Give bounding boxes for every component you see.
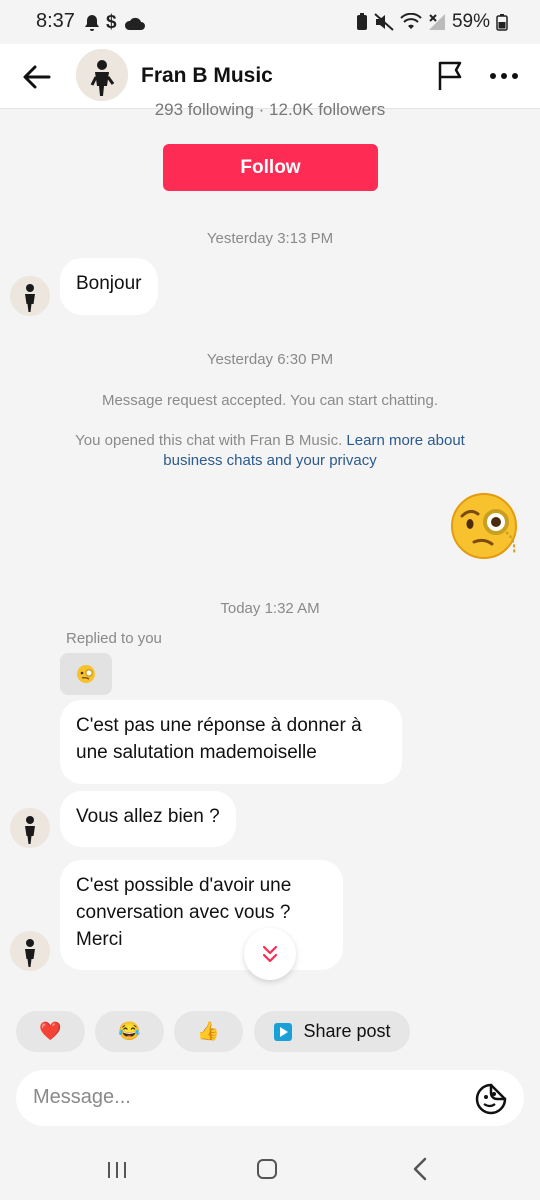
person-avatar-icon [10,276,50,316]
back-button[interactable] [20,60,54,94]
battery-icon [496,14,508,31]
sticker-button[interactable] [474,1082,508,1116]
more-icon [490,73,518,79]
status-time: 8:37 [36,10,75,32]
system-nav-bar [0,1140,540,1200]
sent-emoji-sticker[interactable] [448,488,524,564]
heart-emoji-icon: ❤️ [39,1021,62,1041]
follow-stats-text: 293 following · 12.0K followers [154,102,386,119]
status-bar: 8:37 $ 59% [0,0,540,44]
quick-reply-thumbs-up[interactable]: 👍 [174,1011,243,1052]
message-input[interactable]: Message... [16,1070,524,1126]
person-avatar-icon [10,931,50,971]
share-post-button[interactable]: Share post [254,1011,410,1052]
system-message-privacy: You opened this chat with Fran B Music. … [60,431,480,471]
mute-icon [374,13,394,31]
received-message[interactable]: C'est pas une réponse à donner à une sal… [60,700,402,784]
follow-button[interactable]: Follow [163,144,378,191]
thumbs-up-emoji-icon: 👍 [197,1021,220,1041]
message-placeholder: Message... [33,1086,131,1108]
person-avatar-icon [10,808,50,848]
sender-avatar[interactable] [10,808,50,848]
quick-reply-laugh[interactable]: 😂 [95,1011,164,1052]
avatar[interactable] [76,49,128,101]
sender-avatar[interactable] [10,931,50,971]
no-signal-icon [428,14,445,30]
dollar-icon: $ [106,12,117,33]
system-message-text: You opened this chat with Fran B Music. [75,432,347,449]
person-avatar-icon [76,49,128,101]
monocle-face-emoji-icon [451,493,517,559]
battery-saver-icon [356,13,367,30]
wifi-icon [400,13,422,29]
reply-preview[interactable] [60,653,112,695]
monocle-face-emoji-icon [77,665,95,683]
battery-percent: 59% [451,11,490,32]
timestamp: Yesterday 3:13 PM [206,230,334,247]
timestamp: Yesterday 6:30 PM [206,351,334,368]
chat-title[interactable]: Fran B Music [141,64,273,88]
share-post-icon [274,1022,293,1041]
received-message[interactable]: C'est possible d'avoir une conversation … [60,860,343,970]
scroll-to-bottom-button[interactable] [244,928,296,980]
follow-stats: 293 following · 12.0K followers [0,102,540,120]
back-arrow-icon [23,65,51,89]
report-button[interactable] [436,60,466,92]
bell-icon [85,15,99,31]
timestamp: Today 1:32 AM [220,600,320,617]
status-system: 59% [356,11,508,33]
replied-label: Replied to you [66,630,162,647]
sender-avatar[interactable] [10,276,50,316]
cloud-icon [124,17,145,30]
back-icon[interactable] [410,1156,430,1182]
quick-reply-heart[interactable]: ❤️ [16,1011,85,1052]
double-chevron-down-icon [262,945,278,963]
system-message: Message request accepted. You can start … [101,392,439,409]
sticker-icon [475,1083,507,1115]
status-notifications: $ [84,12,145,34]
flag-icon [438,61,462,90]
laughing-emoji-icon: 😂 [118,1021,141,1041]
recent-apps-icon[interactable] [105,1160,129,1180]
more-button[interactable] [488,62,520,90]
share-post-label: Share post [303,1021,391,1041]
chat-header: Fran B Music [0,44,540,109]
home-icon[interactable] [256,1158,278,1180]
received-message[interactable]: Vous allez bien ? [60,791,236,847]
received-message[interactable]: Bonjour [60,258,158,315]
